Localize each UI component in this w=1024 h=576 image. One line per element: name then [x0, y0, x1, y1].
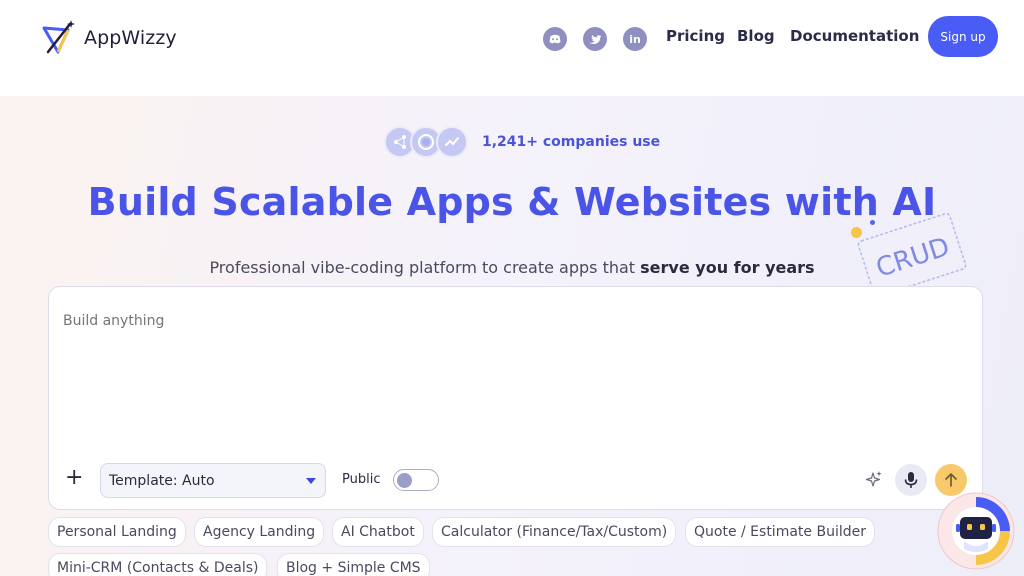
microphone-button[interactable]	[895, 464, 927, 496]
top-header: AppWizzy in Pricing Blog Documentation S…	[0, 0, 1024, 96]
public-toggle[interactable]	[393, 469, 439, 491]
microphone-icon	[904, 472, 918, 488]
signup-button[interactable]: Sign up	[928, 16, 998, 57]
decor-dot	[851, 227, 862, 238]
decor-dot	[870, 220, 875, 225]
companies-badge: 1,241+ companies use	[384, 126, 660, 158]
suggestion-chip[interactable]: Agency Landing	[194, 517, 325, 547]
hero-section: 1,241+ companies use Build Scalable Apps…	[0, 96, 1024, 576]
suggestion-chip[interactable]: Blog + Simple CMS	[277, 553, 430, 576]
public-label: Public	[342, 472, 381, 487]
template-select[interactable]: Template: Auto	[100, 463, 326, 498]
subtitle-text: Professional vibe-coding platform to cre…	[209, 258, 641, 277]
nav-blog[interactable]: Blog	[737, 27, 775, 45]
hero-title: Build Scalable Apps & Websites with AI	[87, 180, 937, 224]
subtitle-emphasis: serve you for years	[640, 258, 815, 277]
linkedin-icon[interactable]: in	[623, 27, 647, 51]
arrow-up-icon	[945, 473, 957, 487]
logo-text: AppWizzy	[84, 27, 177, 49]
chatbot-robot-icon[interactable]	[936, 491, 1016, 571]
twitter-icon[interactable]	[583, 27, 607, 51]
suggestion-chip[interactable]: Mini-CRM (Contacts & Deals)	[48, 553, 268, 576]
prompt-box: + Template: Auto Public	[48, 286, 983, 510]
toggle-knob	[397, 473, 412, 488]
company-logo-icon	[436, 126, 468, 158]
template-select-value: Template: Auto	[109, 472, 215, 489]
suggestion-chip[interactable]: Calculator (Finance/Tax/Custom)	[432, 517, 677, 547]
discord-icon[interactable]	[543, 27, 567, 51]
companies-count: 1,241+ companies use	[482, 134, 661, 150]
nav-pricing[interactable]: Pricing	[666, 27, 725, 45]
sparkle-icon[interactable]	[864, 469, 884, 489]
chevron-down-icon	[306, 478, 316, 484]
suggestion-chip[interactable]: AI Chatbot	[332, 517, 424, 547]
add-attachment-button[interactable]: +	[65, 467, 83, 489]
logo-icon	[42, 20, 75, 54]
logo[interactable]: AppWizzy	[38, 18, 177, 58]
suggestion-chip[interactable]: Quote / Estimate Builder	[685, 517, 875, 547]
nav-documentation[interactable]: Documentation	[790, 27, 919, 45]
prompt-input[interactable]	[63, 313, 863, 329]
suggestion-chip[interactable]: Personal Landing	[48, 517, 186, 547]
